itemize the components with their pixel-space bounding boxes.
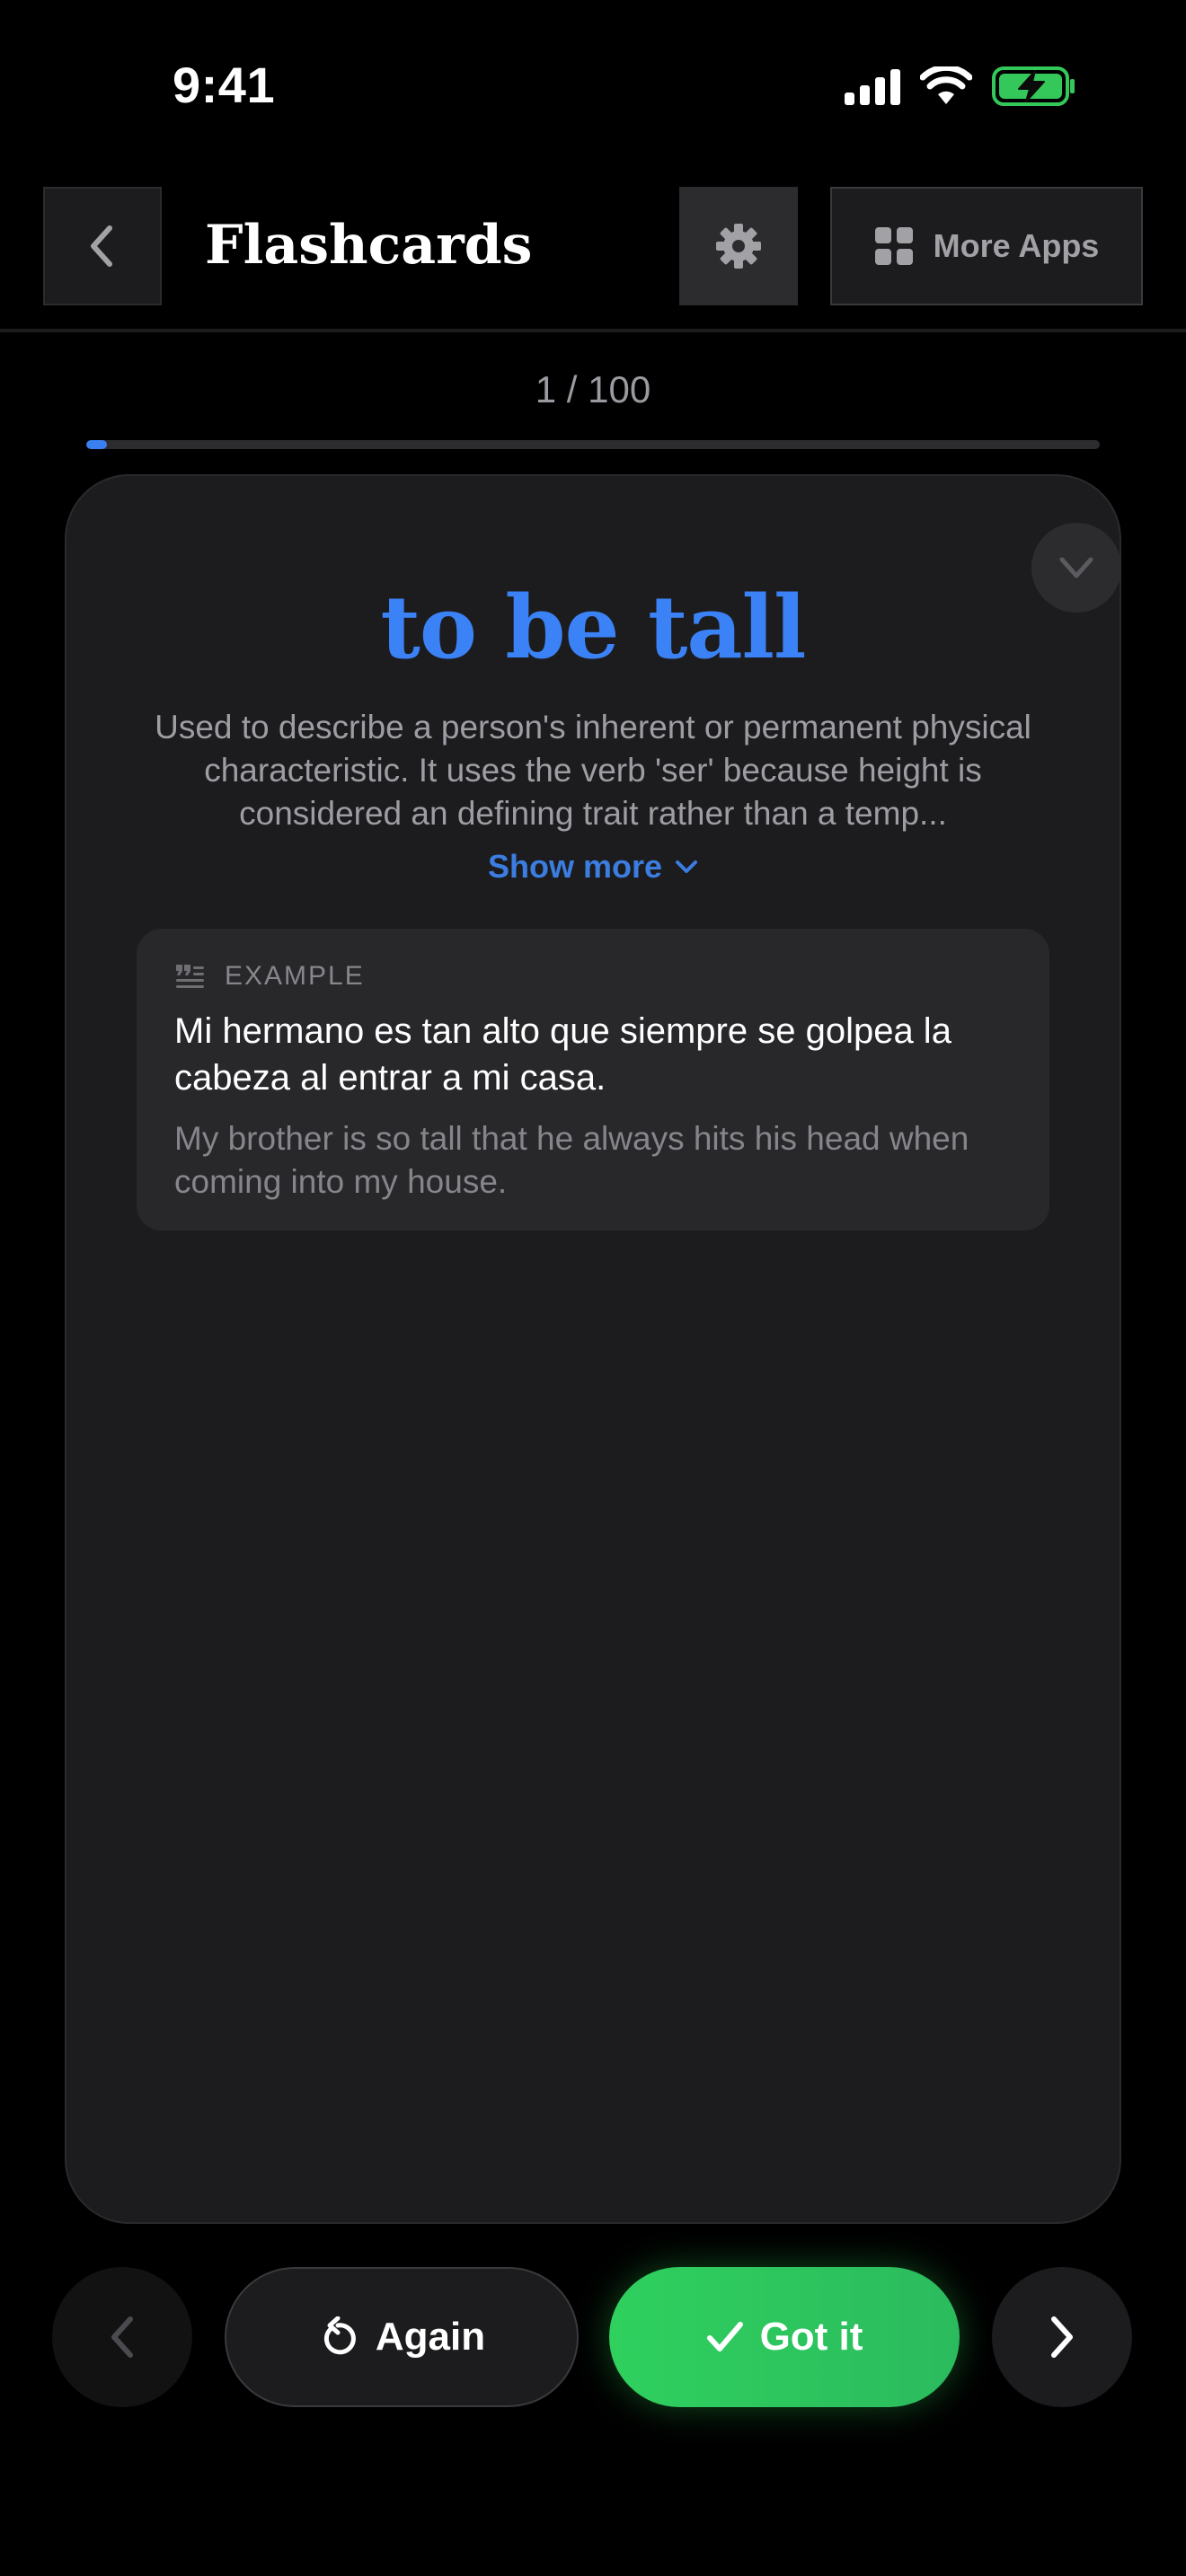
flashcard-term: to be tall	[380, 577, 807, 678]
show-more-button[interactable]: Show more	[66, 848, 1120, 886]
flashcard[interactable]: to be tall Used to describe a person's i…	[65, 474, 1121, 2224]
more-apps-button[interactable]: More Apps	[830, 187, 1143, 305]
header-divider	[0, 329, 1186, 332]
example-label: EXAMPLE	[225, 961, 365, 991]
checkmark-icon	[706, 2322, 743, 2351]
show-more-label: Show more	[487, 848, 663, 885]
example-sentence: Mi hermano es tan alto que siempre se go…	[174, 1011, 951, 1098]
status-time: 9:41	[173, 57, 276, 113]
status-icons	[845, 61, 1076, 111]
wifi-icon	[920, 66, 972, 104]
settings-button[interactable]	[679, 187, 798, 305]
quote-icon	[176, 965, 204, 988]
example-translation: My brother is so tall that he always hit…	[174, 1120, 969, 1200]
undo-icon	[323, 2316, 356, 2355]
more-apps-label: More Apps	[933, 227, 1100, 264]
next-card-button[interactable]	[992, 2267, 1132, 2407]
progress-counter: 1 / 100	[535, 368, 651, 410]
previous-card-button[interactable]	[52, 2267, 192, 2407]
chevron-left-icon	[91, 225, 112, 267]
page-title: Flashcards	[205, 214, 533, 277]
grid-icon	[874, 227, 913, 265]
again-button[interactable]: Again	[225, 2267, 579, 2407]
got-it-label: Got it	[759, 2315, 863, 2359]
cellular-signal-icon	[845, 67, 900, 105]
chevron-right-icon	[1051, 2316, 1073, 2358]
progress-bar	[86, 440, 1100, 449]
flashcard-definition: Used to describe a person's inherent or …	[155, 709, 1031, 832]
example-box: EXAMPLE Mi hermano es tan alto que siemp…	[137, 929, 1049, 1231]
gear-icon	[716, 224, 761, 269]
example-header: EXAMPLE	[174, 961, 365, 992]
again-label: Again	[375, 2315, 486, 2359]
chevron-down-icon	[676, 860, 698, 873]
header: Flashcards More Apps	[0, 187, 1186, 309]
status-bar: 9:41	[0, 0, 1186, 171]
progress-fill	[86, 440, 107, 449]
back-button[interactable]	[43, 187, 162, 305]
got-it-button[interactable]: Got it	[609, 2267, 960, 2407]
chevron-left-icon	[111, 2316, 133, 2358]
battery-charging-icon	[992, 66, 1075, 106]
